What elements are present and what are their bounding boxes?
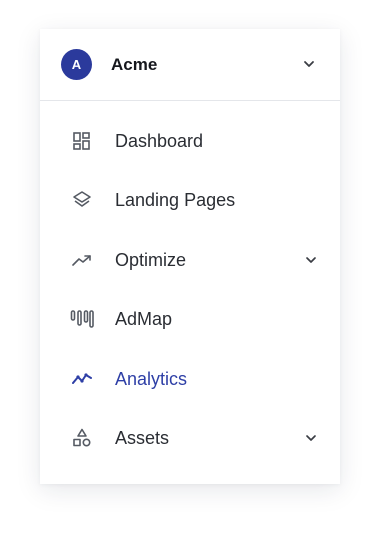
sidebar-item-optimize[interactable]: Optimize [40, 238, 340, 282]
sidebar-item-label: Dashboard [115, 131, 204, 151]
sidebar-item-label: Landing Pages [115, 190, 236, 210]
chevron-down-icon[interactable] [305, 254, 317, 266]
dashboard-icon [73, 132, 90, 150]
org-name: Acme [111, 55, 158, 74]
admap-icon [70, 310, 94, 328]
sidebar-item-dashboard[interactable]: Dashboard [40, 119, 340, 163]
org-switcher[interactable]: A Acme [40, 29, 340, 101]
shapes-icon [73, 428, 91, 447]
sidebar-item-admap[interactable]: AdMap [40, 297, 340, 341]
sidebar-panel: A Acme Dashboard Landing Pages Optimize … [40, 29, 340, 484]
sidebar-item-label: Analytics [115, 369, 188, 389]
sidebar-item-label: Optimize [115, 250, 187, 270]
analytics-icon [72, 373, 92, 384]
trending-up-icon [72, 255, 91, 266]
chevron-down-icon[interactable] [305, 432, 317, 444]
sidebar-item-label: Assets [115, 428, 170, 448]
sidebar-item-analytics[interactable]: Analytics [40, 357, 340, 401]
avatar: A [61, 49, 92, 80]
sidebar-item-assets[interactable]: Assets [40, 416, 340, 460]
chevron-down-icon[interactable] [302, 57, 316, 71]
sidebar-item-landing-pages[interactable]: Landing Pages [40, 178, 340, 222]
sidebar-item-label: AdMap [115, 309, 173, 329]
layers-icon [73, 191, 91, 207]
